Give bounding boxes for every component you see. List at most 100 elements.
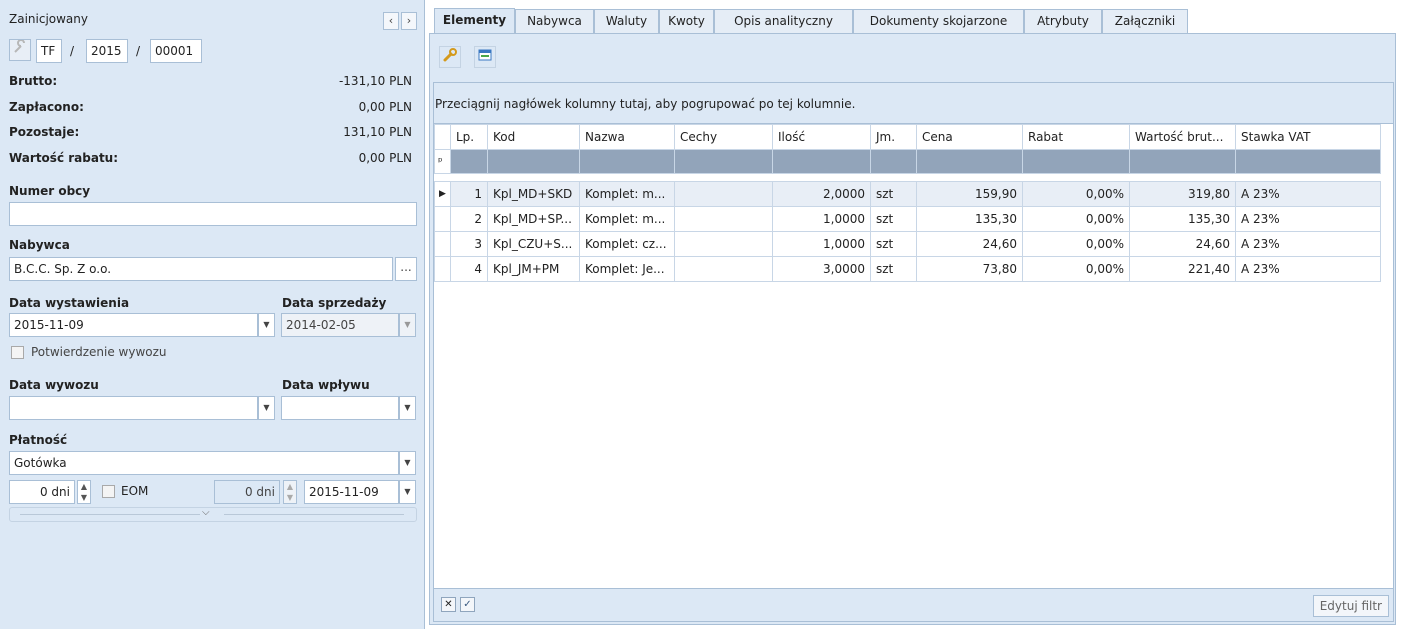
cell-wartosc: 319,80 xyxy=(1129,181,1236,207)
cell-stawka-vat: A 23% xyxy=(1235,231,1381,257)
checkmark-icon[interactable]: ✓ xyxy=(460,597,475,612)
tab-nabywca[interactable]: Nabywca xyxy=(515,9,594,33)
data-wystawienia-label: Data wystawienia xyxy=(9,296,130,310)
chevron-down-icon[interactable]: ▼ xyxy=(399,480,416,504)
cell-lp: 1 xyxy=(450,181,488,207)
column-header[interactable]: Rabat xyxy=(1022,124,1130,150)
cell-stawka-vat: A 23% xyxy=(1235,206,1381,232)
cell-stawka-vat: A 23% xyxy=(1235,181,1381,207)
spinner-icon[interactable]: ▲ ▼ xyxy=(77,480,91,504)
cell-stawka-vat: A 23% xyxy=(1235,256,1381,282)
filter-panel: ✕ ✓ Edytuj filtr xyxy=(434,588,1393,621)
cell-lp: 4 xyxy=(450,256,488,282)
table-row[interactable]: 3 Kpl_CZU+S... Komplet: cz... 1,0000 szt… xyxy=(434,231,1381,257)
doc-prefix-field[interactable]: TF xyxy=(36,39,62,63)
chevron-down-icon[interactable]: ▼ xyxy=(258,396,275,420)
cell-cena: 73,80 xyxy=(916,256,1023,282)
auto-filter-row[interactable]: ᵖ xyxy=(434,149,1381,174)
numer-obcy-label: Numer obcy xyxy=(9,184,91,198)
data-sprzedazy-field: 2014-02-05 xyxy=(281,313,399,337)
data-wplywu-field[interactable] xyxy=(281,396,399,420)
group-hint-text: Przeciągnij nagłówek kolumny tutaj, aby … xyxy=(435,97,856,111)
cell-cena: 135,30 xyxy=(916,206,1023,232)
column-header[interactable]: Jm. xyxy=(870,124,917,150)
filter-cell[interactable] xyxy=(1022,149,1130,174)
cell-wartosc: 135,30 xyxy=(1129,206,1236,232)
cell-kod: Kpl_CZU+S... xyxy=(487,231,580,257)
column-header[interactable]: Kod xyxy=(487,124,580,150)
table-row[interactable]: ▶ 1 Kpl_MD+SKD Komplet: m... 2,0000 szt … xyxy=(434,181,1381,207)
edit-filter-button[interactable]: Edytuj filtr xyxy=(1312,595,1389,617)
filter-cell[interactable] xyxy=(450,149,488,174)
column-header[interactable]: Nazwa xyxy=(579,124,675,150)
potwierdzenie-wywozu-checkbox[interactable] xyxy=(11,346,24,359)
nabywca-field[interactable]: B.C.C. Sp. Z o.o. xyxy=(9,257,393,281)
numer-obcy-field[interactable] xyxy=(9,202,417,226)
data-wplywu-label: Data wpływu xyxy=(282,378,370,392)
chevron-down-icon[interactable]: ▼ xyxy=(399,451,416,475)
wrench-icon[interactable] xyxy=(9,39,31,61)
filter-cell[interactable] xyxy=(870,149,917,174)
tab-elementy[interactable]: Elementy xyxy=(434,8,515,34)
tab-zalaczniki[interactable]: Załączniki xyxy=(1102,9,1188,33)
column-header[interactable]: Stawka VAT xyxy=(1235,124,1381,150)
group-by-area[interactable]: Przeciągnij nagłówek kolumny tutaj, aby … xyxy=(434,83,1393,124)
cell-rabat: 0,00% xyxy=(1022,231,1130,257)
data-wywozu-label: Data wywozu xyxy=(9,378,99,392)
summary-value: 0,00 PLN xyxy=(358,100,412,114)
table-row[interactable]: 4 Kpl_JM+PM Komplet: Je... 3,0000 szt 73… xyxy=(434,256,1381,282)
cell-kod: Kpl_MD+SP... xyxy=(487,206,580,232)
grid-view-icon[interactable] xyxy=(474,46,496,68)
cell-jm: szt xyxy=(870,206,917,232)
filter-clear-icon[interactable]: ✕ xyxy=(441,597,456,612)
row-pointer-icon: ▶ xyxy=(434,181,451,207)
elements-table: Lp. Kod Nazwa Cechy Ilość Jm. Cena Rabat… xyxy=(434,124,1381,282)
tab-opis-analityczny[interactable]: Opis analityczny xyxy=(714,9,853,33)
cell-cechy xyxy=(674,206,773,232)
tab-kwoty[interactable]: Kwoty xyxy=(659,9,714,33)
tab-atrybuty[interactable]: Atrybuty xyxy=(1024,9,1102,33)
doc-number-field[interactable]: 00001 xyxy=(150,39,202,63)
table-row[interactable]: 2 Kpl_MD+SP... Komplet: m... 1,0000 szt … xyxy=(434,206,1381,232)
filter-cell[interactable] xyxy=(772,149,871,174)
column-header[interactable]: Cechy xyxy=(674,124,773,150)
termin-platnosci-field[interactable]: 2015-11-09 xyxy=(304,480,399,504)
expand-splitter[interactable]: ⌵ xyxy=(9,507,417,522)
filter-cell[interactable] xyxy=(487,149,580,174)
filter-cell[interactable] xyxy=(1235,149,1381,174)
filter-cell[interactable] xyxy=(579,149,675,174)
cell-lp: 3 xyxy=(450,231,488,257)
wrench-icon[interactable] xyxy=(439,46,461,68)
chevron-down-icon[interactable]: ▼ xyxy=(258,313,275,337)
table-header-row: Lp. Kod Nazwa Cechy Ilość Jm. Cena Rabat… xyxy=(434,124,1381,150)
tab-dokumenty-skojarzone[interactable]: Dokumenty skojarzone xyxy=(853,9,1024,33)
dni-field[interactable]: 0 dni xyxy=(9,480,75,504)
cell-cechy xyxy=(674,256,773,282)
data-wywozu-field[interactable] xyxy=(9,396,258,420)
cell-cechy xyxy=(674,231,773,257)
platnosc-field[interactable]: Gotówka xyxy=(9,451,399,475)
data-wystawienia-field[interactable]: 2015-11-09 xyxy=(9,313,258,337)
chevron-down-icon[interactable]: ▼ xyxy=(399,396,416,420)
cell-nazwa: Komplet: m... xyxy=(579,181,675,207)
next-document-button[interactable]: › xyxy=(401,12,417,30)
filter-cell[interactable] xyxy=(1129,149,1236,174)
column-header[interactable]: Ilość xyxy=(772,124,871,150)
nabywca-select-button[interactable]: ... xyxy=(395,257,417,281)
filter-cell[interactable] xyxy=(916,149,1023,174)
eom-checkbox[interactable] xyxy=(102,485,115,498)
termin-dni-field: 0 dni xyxy=(214,480,280,504)
column-header[interactable]: Cena xyxy=(916,124,1023,150)
column-header[interactable]: Lp. xyxy=(450,124,488,150)
filter-cell[interactable] xyxy=(674,149,773,174)
cell-cechy xyxy=(674,181,773,207)
summary-value: -131,10 PLN xyxy=(338,74,412,88)
tab-waluty[interactable]: Waluty xyxy=(594,9,659,33)
cell-jm: szt xyxy=(870,181,917,207)
doc-year-field[interactable]: 2015 xyxy=(86,39,128,63)
prev-document-button[interactable]: ‹ xyxy=(383,12,399,30)
cell-cena: 159,90 xyxy=(916,181,1023,207)
cell-ilosc: 1,0000 xyxy=(772,231,871,257)
summary-label: Wartość rabatu: xyxy=(9,151,119,165)
column-header[interactable]: Wartość brut... xyxy=(1129,124,1236,150)
